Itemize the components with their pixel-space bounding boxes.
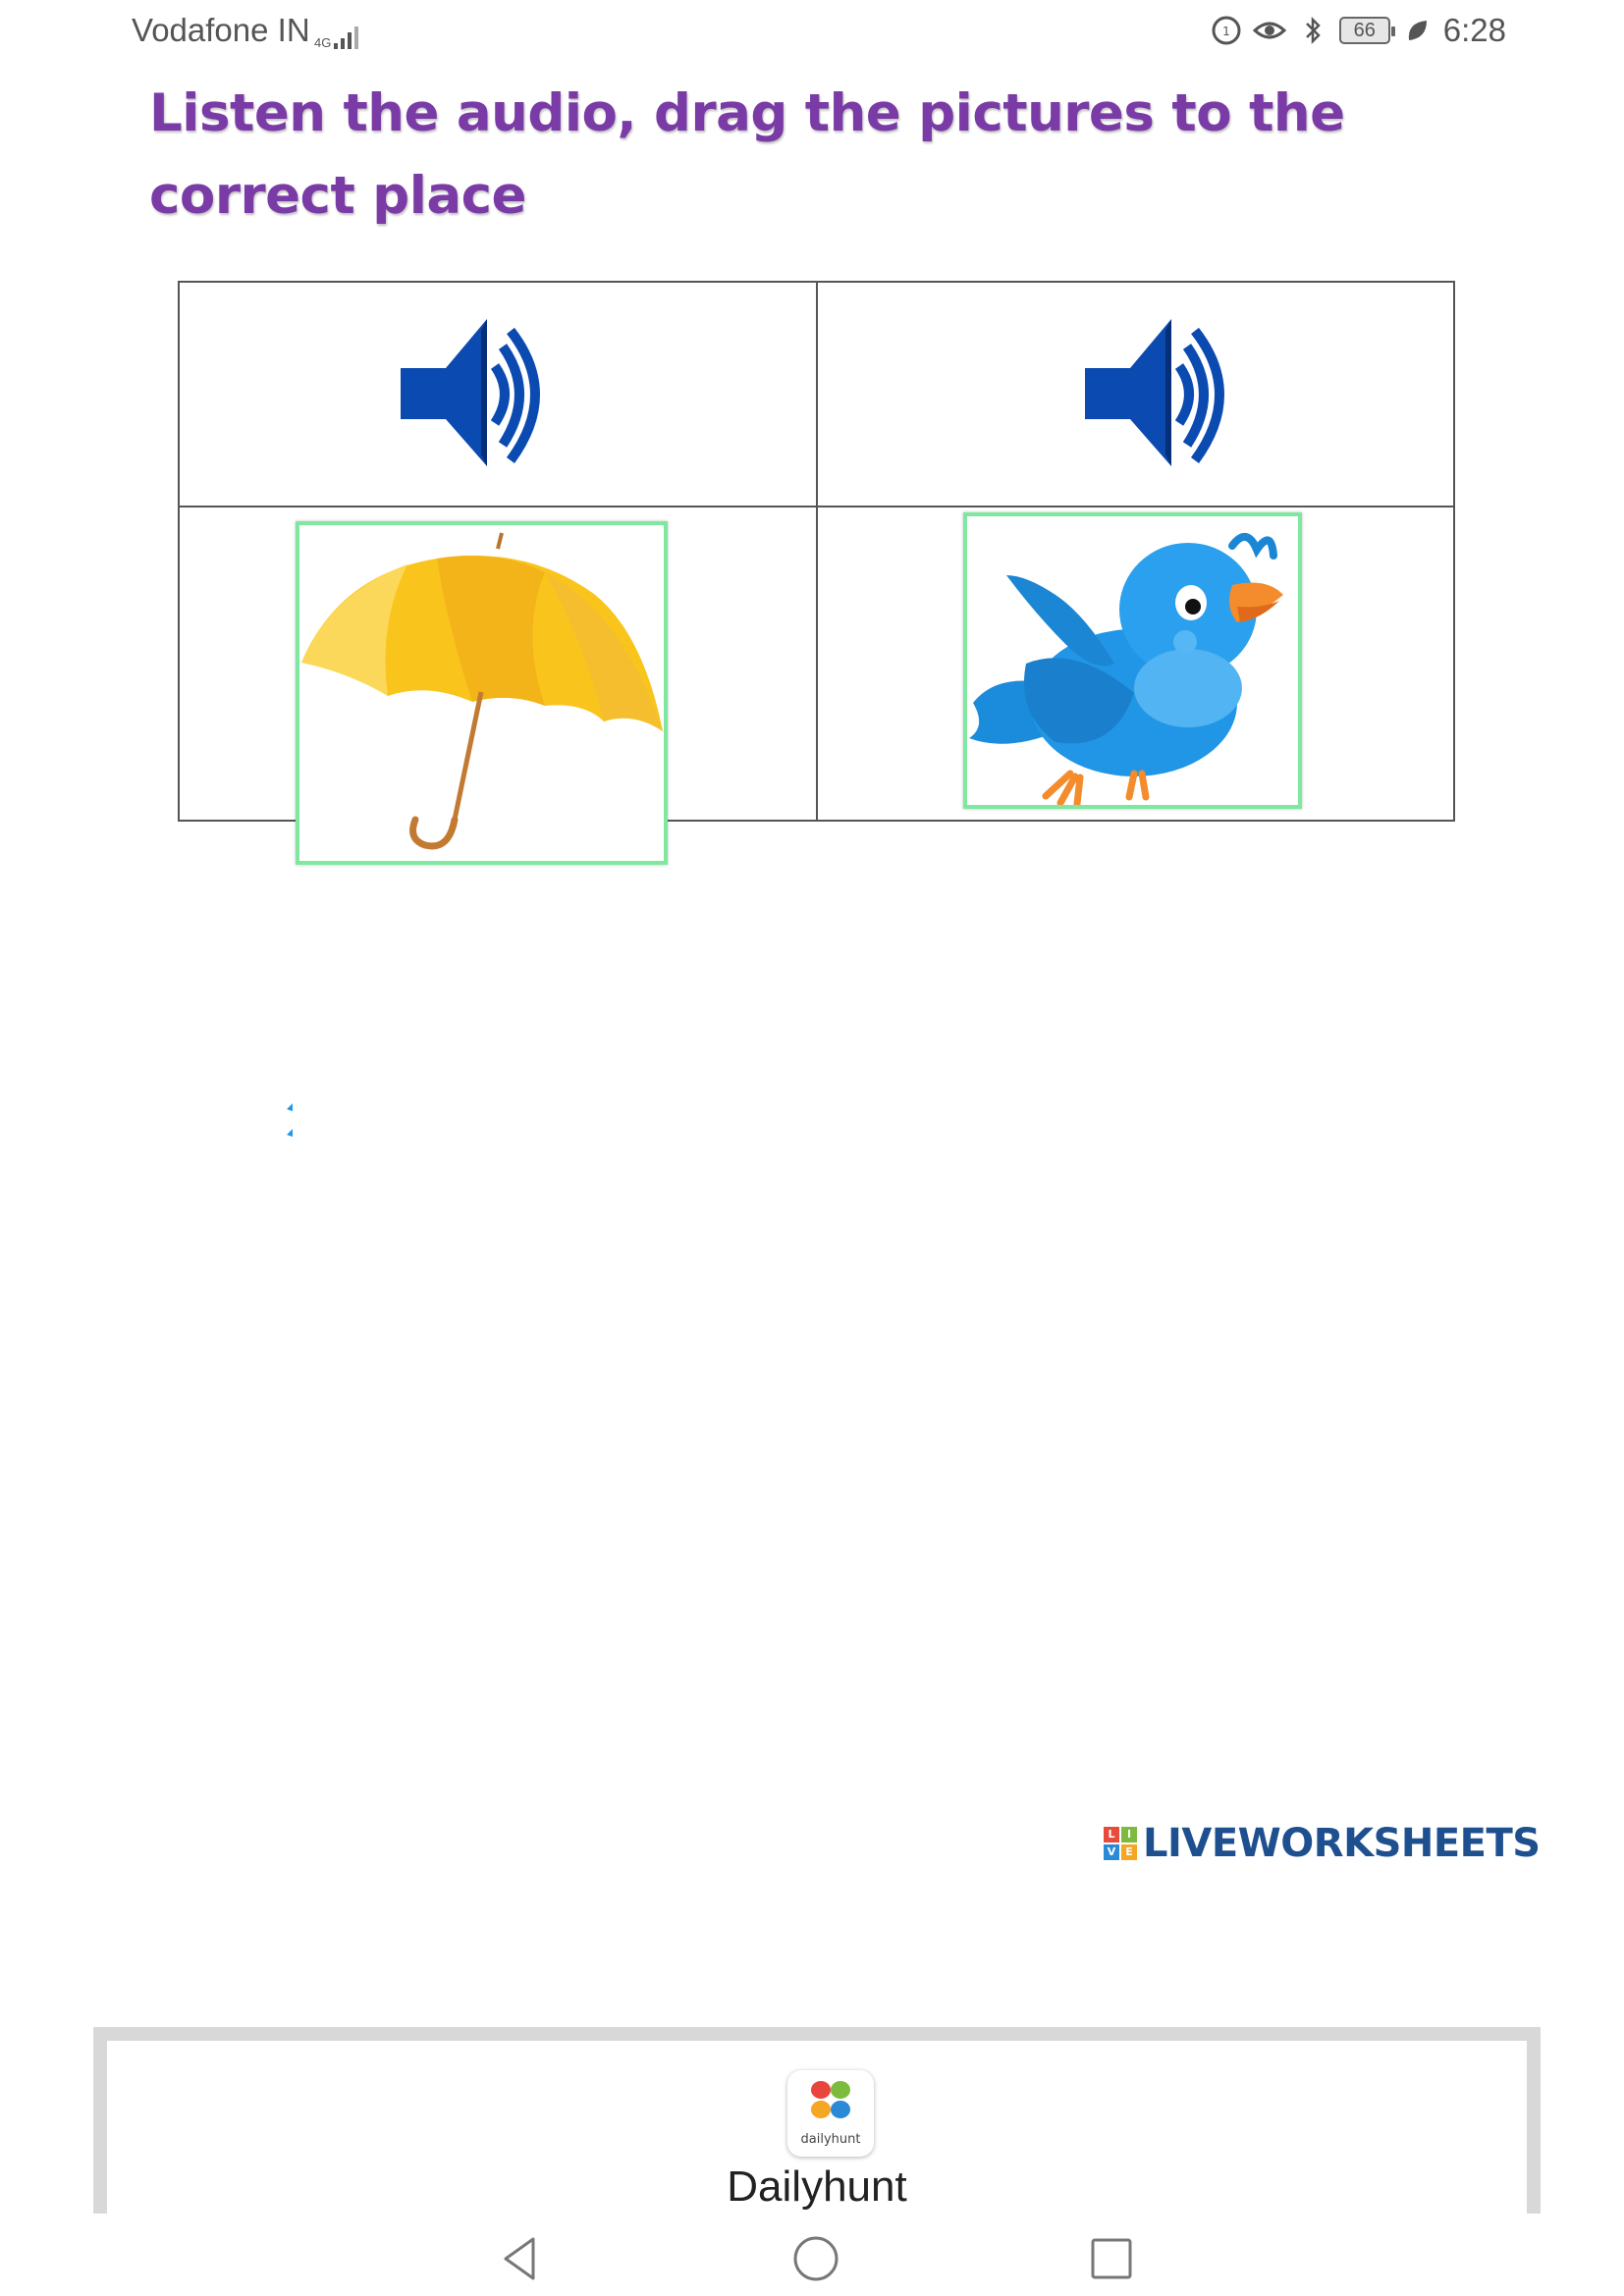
recents-icon — [1091, 2238, 1132, 2279]
back-icon — [504, 2237, 535, 2280]
table-divider-vertical — [816, 283, 818, 820]
status-icons: 1 66 6:28 — [1210, 12, 1506, 49]
draggable-bird-card[interactable] — [963, 512, 1302, 809]
blue-bird-picture — [969, 533, 1283, 805]
draggable-umbrella-card[interactable] — [296, 521, 668, 865]
stray-mark — [287, 1103, 293, 1137]
signal-icon: 4G — [314, 16, 359, 50]
instruction-heading: Listen the audio, drag the pictures to t… — [149, 83, 1345, 226]
dailyhunt-icon-caption: dailyhunt — [800, 2132, 861, 2147]
network-type: 4G — [314, 35, 332, 50]
dailyhunt-logo-icon — [811, 2081, 850, 2118]
liveworksheets-logo-text: LIVEWORKSHEETS — [1143, 1821, 1541, 1866]
speaker-icon — [1085, 319, 1224, 466]
svg-text:1: 1 — [1222, 25, 1230, 38]
speaker-icon — [401, 319, 540, 466]
battery-level: 66 — [1353, 19, 1376, 41]
bluetooth-icon — [1296, 14, 1329, 47]
status-bar: Vodafone IN 4G 1 66 6:28 — [0, 0, 1624, 65]
home-icon — [793, 2236, 839, 2281]
recents-button[interactable] — [1086, 2233, 1137, 2284]
umbrella-picture — [301, 532, 663, 850]
power-saving-leaf-icon — [1400, 14, 1434, 47]
back-button[interactable] — [494, 2233, 545, 2284]
home-button[interactable] — [790, 2233, 841, 2284]
app-switcher-strip: dailyhunt Dailyhunt — [93, 2027, 1541, 2214]
dailyhunt-app-icon[interactable]: dailyhunt — [787, 2070, 874, 2157]
clock: 6:28 — [1442, 12, 1506, 48]
system-navigation-bar — [0, 2214, 1624, 2296]
battery-icon: 66 — [1338, 17, 1395, 44]
eye-comfort-icon — [1252, 14, 1286, 47]
play-audio-button-1[interactable] — [397, 317, 554, 474]
liveworksheets-logo: L I V E LIVEWORKSHEETS — [1104, 1821, 1541, 1866]
dailyhunt-app-name: Dailyhunt — [727, 2163, 907, 2211]
carrier-name: Vodafone IN — [132, 12, 310, 48]
data-saver-icon: 1 — [1210, 14, 1243, 47]
play-audio-button-2[interactable] — [1081, 317, 1238, 474]
liveworksheets-mark-icon: L I V E — [1104, 1827, 1137, 1860]
